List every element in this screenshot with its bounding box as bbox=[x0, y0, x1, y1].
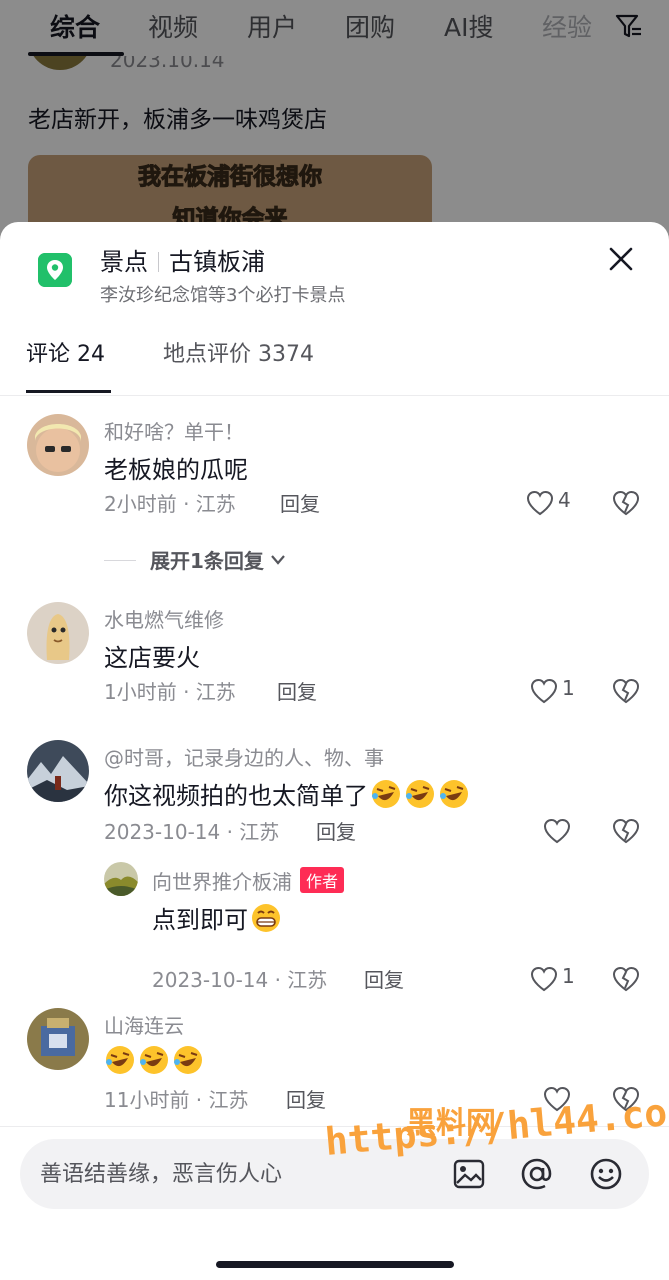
comment-text: 老板娘的瓜呢 bbox=[104, 456, 248, 484]
location-pin-icon bbox=[38, 253, 72, 287]
comment-input[interactable] bbox=[40, 1139, 440, 1209]
reply-button[interactable]: 回复 bbox=[364, 964, 404, 993]
heart-icon[interactable] bbox=[526, 490, 554, 516]
image-icon[interactable] bbox=[451, 1156, 487, 1192]
comment-username[interactable]: 山海连云 bbox=[104, 1010, 184, 1039]
poi-subtitle: 李汝珍纪念馆等3个必打卡景点 bbox=[100, 285, 346, 306]
comment-username[interactable]: 和好啥？单干！ bbox=[104, 416, 244, 445]
avatar[interactable] bbox=[27, 414, 89, 476]
reply-button[interactable]: 回复 bbox=[316, 816, 356, 845]
author-badge: 作者 bbox=[300, 867, 345, 893]
comment-text bbox=[104, 1044, 204, 1076]
home-indicator[interactable] bbox=[216, 1261, 454, 1268]
reply-text-content: 点到即可 bbox=[152, 906, 248, 934]
broken-heart-icon[interactable] bbox=[612, 817, 640, 845]
like-count: 4 bbox=[558, 488, 571, 512]
avatar[interactable] bbox=[104, 862, 138, 896]
reply-text: 点到即可 bbox=[152, 900, 282, 935]
comment-text: 你这视频拍的也太简单了 bbox=[104, 776, 470, 811]
reply-username[interactable]: 向世界推介板浦 作者 bbox=[152, 866, 345, 895]
rofl-emoji-icon bbox=[174, 1046, 202, 1074]
broken-heart-icon[interactable] bbox=[612, 489, 640, 517]
poi-category: 景点 bbox=[100, 248, 148, 276]
comment-meta: 2小时前 · 江苏 bbox=[104, 492, 236, 516]
broken-heart-icon[interactable] bbox=[612, 677, 640, 705]
tab-active-underline bbox=[26, 390, 111, 393]
reply-button[interactable]: 回复 bbox=[277, 676, 317, 705]
reply-meta: 2023-10-14 · 江苏 bbox=[152, 968, 328, 992]
comment-meta: 2023-10-14 · 江苏 bbox=[104, 820, 280, 844]
reply-button[interactable]: 回复 bbox=[280, 488, 320, 517]
chevron-down-icon bbox=[271, 555, 285, 565]
rofl-emoji-icon bbox=[372, 779, 400, 808]
poi-title: 景点 古镇板浦 bbox=[100, 242, 265, 277]
comment-username[interactable]: 水电燃气维修 bbox=[104, 604, 224, 633]
expand-replies-button[interactable]: 展开1条回复 bbox=[150, 545, 288, 574]
expand-replies-label: 展开1条回复 bbox=[150, 549, 264, 573]
broken-heart-icon[interactable] bbox=[612, 1085, 640, 1113]
grin-emoji-icon bbox=[252, 903, 280, 932]
rofl-emoji-icon bbox=[406, 779, 434, 808]
avatar[interactable] bbox=[27, 740, 89, 802]
modal-backdrop[interactable] bbox=[0, 0, 669, 240]
comment-meta: 1小时前 · 江苏 bbox=[104, 680, 236, 704]
heart-icon[interactable] bbox=[530, 678, 558, 704]
rofl-emoji-icon bbox=[106, 1046, 134, 1074]
reply-username-text: 向世界推介板浦 bbox=[152, 870, 292, 894]
comment-input-box[interactable] bbox=[20, 1139, 649, 1209]
heart-icon[interactable] bbox=[543, 818, 571, 844]
avatar[interactable] bbox=[27, 602, 89, 664]
emoji-icon[interactable] bbox=[588, 1156, 624, 1192]
comment-input-bar bbox=[0, 1126, 669, 1280]
comment-username[interactable]: @时哥，记录身边的人、物、事 bbox=[104, 742, 384, 771]
rofl-emoji-icon bbox=[140, 1046, 168, 1074]
comment-text-content: 你这视频拍的也太简单了 bbox=[104, 782, 368, 810]
heart-icon[interactable] bbox=[530, 966, 558, 992]
expand-divider bbox=[104, 560, 136, 561]
broken-heart-icon[interactable] bbox=[612, 965, 640, 993]
comment-tabs: 评论 24 地点评价 3374 bbox=[0, 318, 669, 396]
poi-header[interactable]: 景点 古镇板浦 李汝珍纪念馆等3个必打卡景点 bbox=[0, 222, 669, 318]
background-search-page: 2023.10.14 综合 视频 用户 团购 AI搜 经验 老店新开，板浦多一味… bbox=[0, 0, 669, 240]
tab-place-reviews[interactable]: 地点评价 3374 bbox=[163, 336, 314, 368]
mention-icon[interactable] bbox=[519, 1156, 555, 1192]
reply-button[interactable]: 回复 bbox=[286, 1084, 326, 1113]
heart-icon[interactable] bbox=[543, 1086, 571, 1112]
rofl-emoji-icon bbox=[440, 779, 468, 808]
poi-divider bbox=[158, 252, 159, 272]
like-count: 1 bbox=[562, 964, 575, 988]
avatar[interactable] bbox=[27, 1008, 89, 1070]
comment-meta: 11小时前 · 江苏 bbox=[104, 1088, 249, 1112]
tab-comments[interactable]: 评论 24 bbox=[26, 336, 105, 368]
like-count: 1 bbox=[562, 676, 575, 700]
close-icon[interactable] bbox=[604, 242, 638, 276]
poi-name: 古镇板浦 bbox=[169, 248, 265, 276]
comment-text: 这店要火 bbox=[104, 644, 200, 672]
comment-sheet: 景点 古镇板浦 李汝珍纪念馆等3个必打卡景点 评论 24 地点评价 3374 和好… bbox=[0, 222, 669, 1280]
